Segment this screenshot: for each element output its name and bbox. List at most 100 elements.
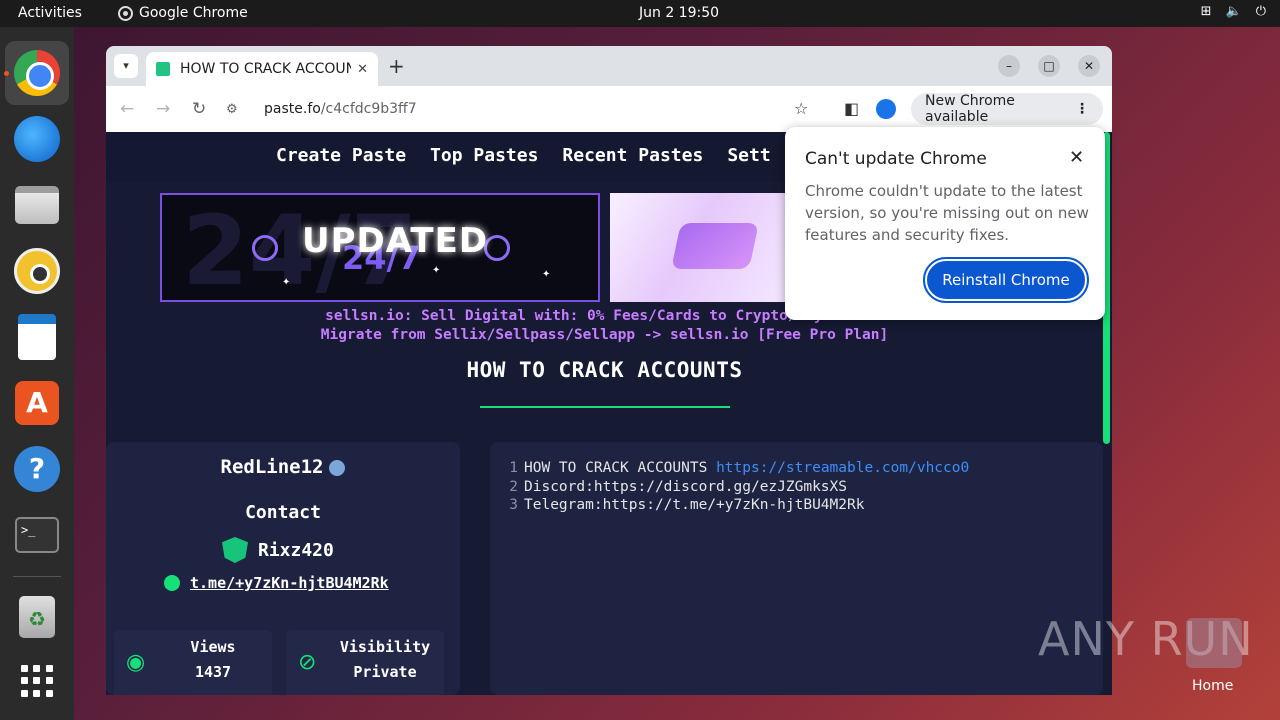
url-host: paste.fo [264,101,321,117]
dock-writer[interactable] [5,305,69,369]
line-number: 2 [509,478,518,495]
dock-app-center[interactable]: A [5,371,69,435]
dock-rhythmbox[interactable] [5,239,69,303]
promo-line-2[interactable]: Migrate from Sellix/Sellpass/Sellapp -> … [106,327,1103,343]
activities-button[interactable]: Activities [18,5,82,21]
home-folder-label: Home [1192,678,1234,694]
home-folder-icon[interactable] [1186,618,1242,668]
paste-title: HOW TO CRACK ACCOUNTS [466,358,743,382]
views-stat: ◉ Views 1437 [114,630,272,695]
app-center-icon: A [15,381,59,425]
clock[interactable]: Jun 2 19:50 [639,5,719,21]
rank-badge-icon [329,459,346,476]
chrome-small-icon [118,5,133,21]
dialog-close-icon[interactable]: ✕ [1069,147,1084,168]
shield-icon [222,537,248,563]
line-number: 1 [509,460,518,476]
terminal-icon: >_ [15,517,59,553]
line-number: 3 [509,497,518,513]
handle-text: Rixz420 [258,539,334,561]
telegram-contact[interactable]: t.me/+y7zKn-hjtBU4M2Rk [164,574,389,592]
banner-ring-icon [252,235,278,261]
bookmark-star-icon[interactable]: ☆ [794,99,808,118]
dock-show-apps[interactable] [5,649,69,713]
tab-active[interactable]: HOW TO CRACK ACCOUNTS ✕ [146,52,378,86]
minimize-button[interactable]: – [998,55,1020,77]
views-label: Views [190,638,236,656]
volume-icon: 🔈 [1225,4,1242,19]
site-info-icon[interactable]: ⚙ [226,102,246,117]
code-text: Telegram:https://t.me/+y7zKn-hjtBU4M2Rk [524,497,865,513]
forward-icon[interactable]: → [156,99,170,119]
visibility-value: Private [353,663,417,681]
sparkle-icon: ✦ [542,269,551,280]
new-tab-button[interactable]: + [388,54,405,78]
banner-title: UPDATED [302,221,489,261]
running-indicator [4,71,9,76]
site-nav-item[interactable]: Top Pastes [430,145,538,166]
site-nav-item[interactable]: Create Paste [276,145,406,166]
eye-off-icon: ⊘ [298,650,317,675]
contact-handle: Rixz420 [222,537,334,563]
url-path: /c4cfdc9b3ff7 [320,101,417,117]
code-text: HOW TO CRACK ACCOUNTS [524,460,717,476]
thunderbird-icon [14,116,60,162]
maximize-button[interactable]: □ [1038,55,1060,77]
system-top-bar: Activities Google Chrome Jun 2 19:50 ⊞ 🔈… [0,0,1280,27]
help-icon: ? [14,446,60,492]
ad-banner-updated[interactable]: 24/7 ✦ ✦ ✦ ✦ 24/7 UPDATED [160,193,600,302]
dialog-title: Can't update Chrome [805,149,987,169]
show-apps-icon [21,665,53,697]
code-line: 1 HOW TO CRACK ACCOUNTS https://streamabl… [490,460,1103,479]
banner-logo-icon [671,223,759,269]
dock: A ? >_ ♻ [0,27,74,720]
back-icon[interactable]: ← [120,99,134,119]
dock-terminal[interactable]: >_ [5,503,69,567]
site-nav-item[interactable]: Sett [727,145,770,166]
update-pill-label: New Chrome available [925,93,1015,125]
telegram-icon [164,575,180,591]
favicon-icon [156,62,170,76]
dock-chrome[interactable] [5,41,69,105]
username[interactable]: RedLine12 [106,456,460,478]
dialog-body: Chrome couldn't update to the latest ver… [805,182,1089,244]
reload-icon[interactable]: ↻ [192,99,206,119]
tab-close-icon[interactable]: ✕ [357,62,368,77]
dock-help[interactable]: ? [5,437,69,501]
tab-title: HOW TO CRACK ACCOUNTS [180,61,352,77]
profile-avatar-icon[interactable] [876,99,896,119]
app-name: Google Chrome [139,5,248,21]
reinstall-chrome-button[interactable]: Reinstall Chrome [923,257,1089,303]
new-chrome-available-button[interactable]: New Chrome available ⋮ [911,93,1103,125]
contact-heading: Contact [245,502,321,523]
close-window-button[interactable]: ✕ [1078,55,1100,77]
app-menu[interactable]: Google Chrome [118,5,248,21]
side-panel-icon[interactable]: ◧ [844,99,859,118]
telegram-link[interactable]: t.me/+y7zKn-hjtBU4M2Rk [190,574,389,592]
trash-icon: ♻ [19,596,55,638]
network-icon: ⊞ [1200,4,1212,19]
site-nav-items: Create Paste Top Pastes Recent Pastes Sett [276,145,771,166]
visibility-stat: ⊘ Visibility Private [286,630,444,695]
dock-files[interactable] [5,173,69,237]
title-divider [480,406,730,408]
paste-code-panel[interactable]: 1 HOW TO CRACK ACCOUNTS https://streamabl… [490,442,1103,695]
code-link[interactable]: https://streamable.com/vhcco0 [716,460,969,476]
site-nav-item[interactable]: Recent Pastes [562,145,703,166]
rhythmbox-icon [14,248,60,294]
address-bar[interactable]: ⚙ paste.fo/c4cfdc9b3ff7 [222,93,818,125]
chrome-icon [14,50,60,96]
writer-icon [18,314,56,360]
ad-banner-logo[interactable] [610,193,790,302]
tab-strip: ▾ HOW TO CRACK ACCOUNTS ✕ + – □ ✕ [106,46,1112,86]
tab-search-button[interactable]: ▾ [114,54,138,78]
visibility-label: Visibility [339,638,431,656]
system-tray[interactable]: ⊞ 🔈 ⏻ [1201,4,1266,19]
code-line: 3 Telegram:https://t.me/+y7zKn-hjtBU4M2Rk [490,497,1103,516]
dock-thunderbird[interactable] [5,107,69,171]
sparkle-icon: ✦ [282,277,291,288]
dock-trash[interactable]: ♻ [5,585,69,649]
username-text: RedLine12 [220,456,324,478]
files-icon [15,186,59,224]
browser-toolbar: ← → ↻ ⚙ paste.fo/c4cfdc9b3ff7 ☆ ◧ New Ch… [106,86,1112,132]
